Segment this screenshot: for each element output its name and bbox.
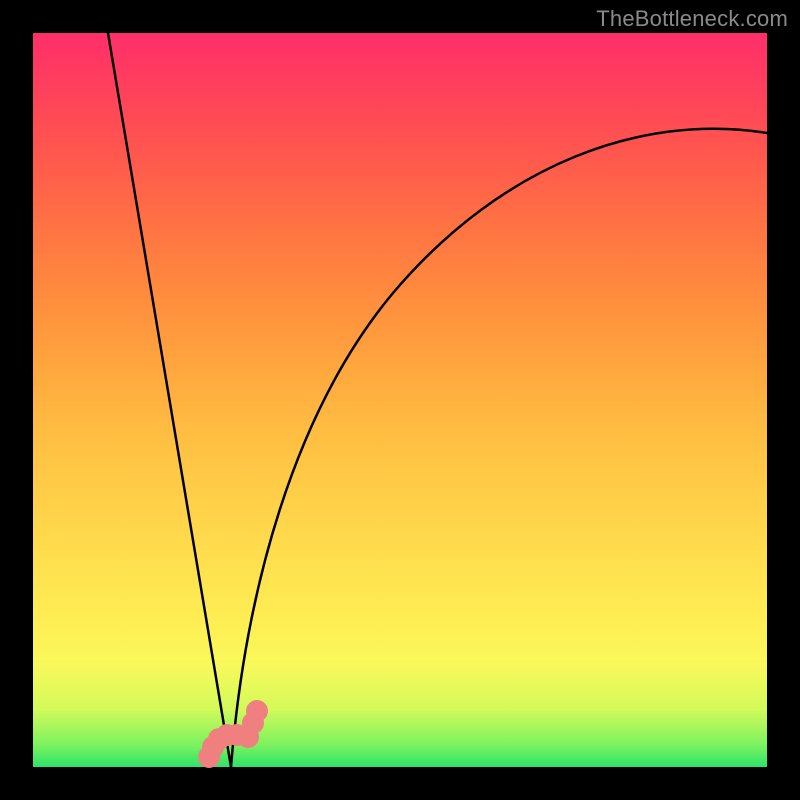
chart-frame: TheBottleneck.com [0,0,800,800]
dot-cluster [33,33,767,767]
watermark-text: TheBottleneck.com [596,6,788,32]
plot-area [33,33,767,767]
dot [246,700,268,722]
